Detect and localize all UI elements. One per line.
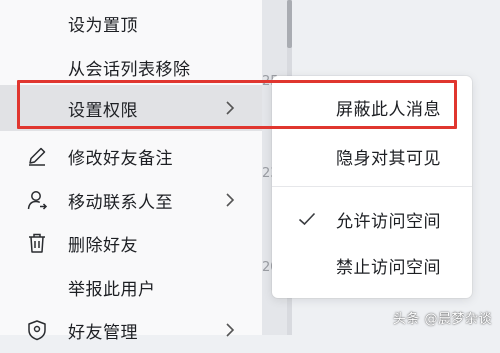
checkmark-icon — [298, 212, 316, 226]
person-move-icon — [26, 189, 48, 211]
permission-submenu: 屏蔽此人消息 隐身对其可见 允许访问空间 禁止访问空间 — [272, 76, 472, 298]
menu-item-label: 设为置顶 — [68, 15, 138, 36]
menu-item-label: 移动联系人至 — [68, 192, 173, 213]
submenu-item-label: 隐身对其可见 — [336, 148, 441, 169]
pencil-icon — [26, 145, 48, 167]
menu-item-label: 修改好友备注 — [68, 148, 173, 169]
menu-item-label: 设置权限 — [68, 100, 138, 121]
menu-item-edit-remark[interactable]: 修改好友备注 — [0, 133, 262, 179]
submenu-item-label: 禁止访问空间 — [336, 257, 441, 278]
chevron-right-icon — [226, 193, 235, 207]
submenu-item-label: 允许访问空间 — [336, 211, 441, 232]
menu-item-report-user[interactable]: 举报此用户 — [0, 264, 262, 310]
context-menu: 设为置顶 从会话列表移除 设置权限 修改好友备注 移动联系人至 删除好友 举报此… — [0, 0, 262, 343]
trash-icon — [26, 232, 48, 254]
submenu-item-allow-space-access[interactable]: 允许访问空间 — [272, 197, 472, 241]
watermark-text: 头条 @晨梦杂谈 — [392, 312, 492, 327]
submenu-item-visible-when-invisible[interactable]: 隐身对其可见 — [272, 134, 472, 178]
submenu-item-deny-space-access[interactable]: 禁止访问空间 — [272, 243, 472, 287]
chevron-right-icon — [226, 101, 235, 115]
menu-item-label: 删除好友 — [68, 235, 138, 256]
menu-item-label: 举报此用户 — [68, 279, 156, 300]
menu-item-remove-from-list[interactable]: 从会话列表移除 — [0, 44, 262, 90]
scrollbar-thumb[interactable] — [287, 0, 292, 48]
menu-item-pin-top[interactable]: 设为置顶 — [0, 0, 262, 46]
menu-item-delete-friend[interactable]: 删除好友 — [0, 220, 262, 266]
shield-icon — [26, 319, 48, 341]
menu-item-friend-management[interactable]: 好友管理 — [0, 307, 262, 353]
submenu-divider — [272, 186, 472, 187]
menu-item-move-contact[interactable]: 移动联系人至 — [0, 177, 262, 223]
submenu-item-label: 屏蔽此人消息 — [336, 99, 441, 120]
menu-item-label: 从会话列表移除 — [68, 59, 191, 80]
menu-item-label: 好友管理 — [68, 322, 138, 343]
menu-item-permissions[interactable]: 设置权限 — [0, 85, 262, 131]
submenu-item-block-messages[interactable]: 屏蔽此人消息 — [272, 85, 472, 129]
